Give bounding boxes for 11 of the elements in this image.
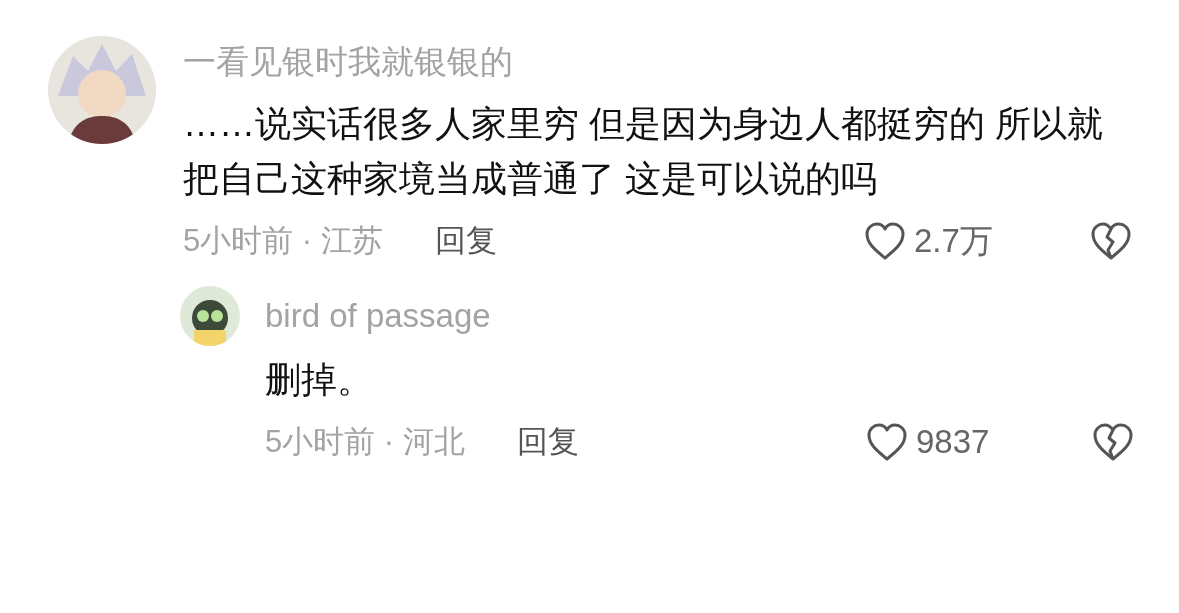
like-count: 9837 (916, 422, 990, 463)
reply-button[interactable]: 回复 (434, 217, 497, 265)
timestamp-location: 5小时前 · 河北 (265, 422, 465, 461)
heart-icon[interactable] (864, 221, 906, 261)
avatar[interactable] (180, 286, 240, 346)
timestamp-location: 5小时前 · 江苏 (183, 221, 383, 260)
comment-text: ……说实话很多人家里穷 但是因为身边人都挺穷的 所以就把自己这种家境当成普通了 这是可以说的吗 (183, 102, 1104, 201)
like-count: 2.7万 (914, 221, 993, 262)
reply-button[interactable]: 回复 (516, 418, 579, 466)
comment-text: 删掉。 (265, 358, 373, 402)
heart-icon[interactable] (866, 422, 908, 462)
